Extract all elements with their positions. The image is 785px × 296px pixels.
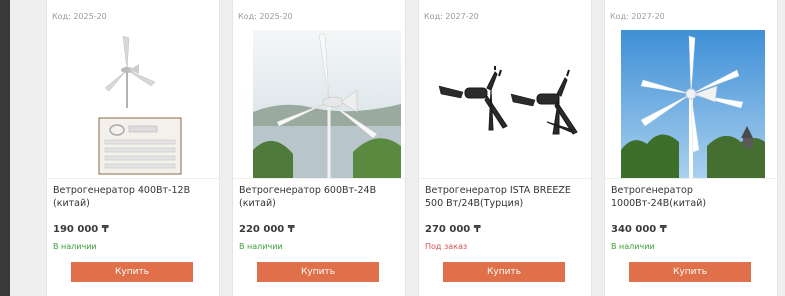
product-card: Код: 2025-20 Ветрогенератор 600Вт-24В (к… [232,0,406,296]
card-divider [605,178,777,179]
product-image[interactable] [59,30,207,178]
buy-button[interactable]: Купить [629,262,751,282]
product-code: Код: 2027-20 [610,12,665,21]
product-title[interactable]: Ветрогенератор 600Вт-24В (китай) [239,184,399,210]
product-price: 190 000 ₸ [53,224,109,235]
product-code: Код: 2025-20 [52,12,107,21]
product-price: 340 000 ₸ [611,224,667,235]
product-grid: Код: 2025-20 Ветрогенератор 400Вт-12В (к… [10,0,785,296]
product-code: Код: 2025-20 [238,12,293,21]
product-card: Код: 2025-20 Ветрогенератор 400Вт-12В (к… [46,0,220,296]
product-title[interactable]: Ветрогенератор 1000Вт-24В(китай) [611,184,771,210]
buy-button[interactable]: Купить [257,262,379,282]
stock-status: Под заказ [425,242,468,251]
card-divider [419,178,591,179]
product-price: 220 000 ₸ [239,224,295,235]
product-code: Код: 2027-20 [424,12,479,21]
stock-status: В наличии [53,242,97,251]
buy-button[interactable]: Купить [443,262,565,282]
card-divider [233,178,405,179]
product-title[interactable]: Ветрогенератор ISTA BREEZE 500 Вт/24В(Ту… [425,184,585,210]
product-card: Код: 2027-20 [604,0,778,296]
stock-status: В наличии [239,242,283,251]
product-title[interactable]: Ветрогенератор 400Вт-12В (китай) [53,184,213,210]
left-sidebar-strip [0,0,10,296]
card-divider [47,178,219,179]
product-card: Код: 2027-20 [418,0,592,296]
buy-button[interactable]: Купить [71,262,193,282]
stock-status: В наличии [611,242,655,251]
product-image[interactable] [253,30,401,178]
product-price: 270 000 ₸ [425,224,481,235]
product-image[interactable] [621,30,765,178]
product-image[interactable] [431,30,587,178]
